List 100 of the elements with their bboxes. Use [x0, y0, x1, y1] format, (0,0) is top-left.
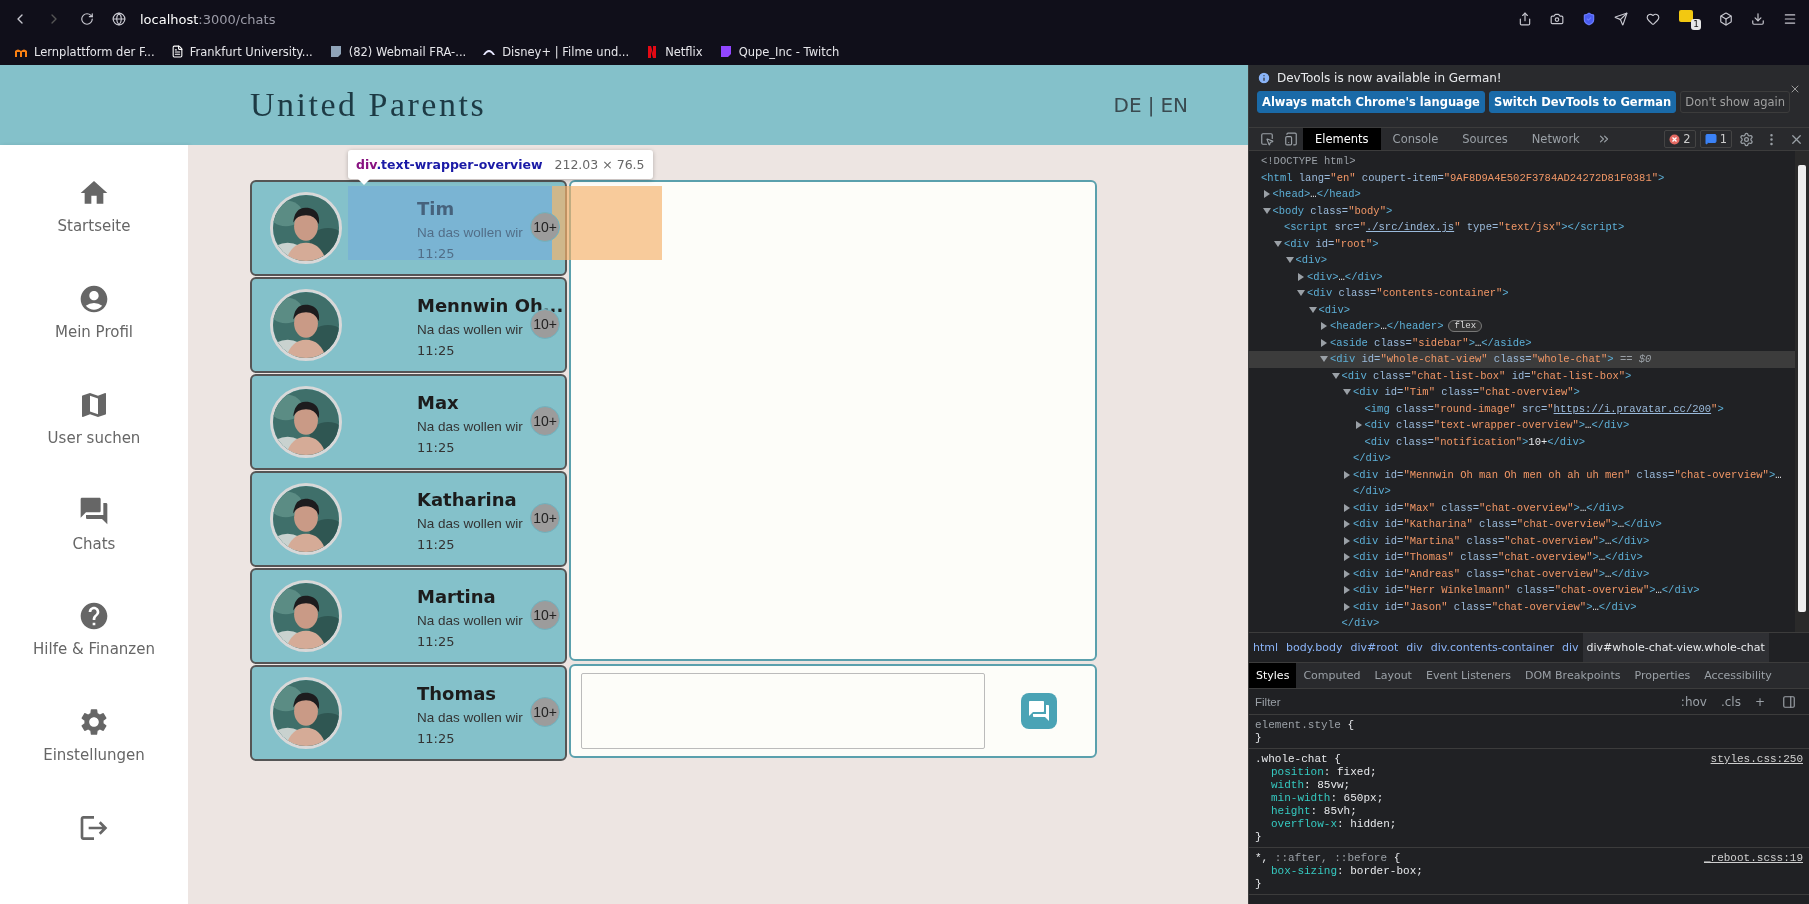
expand-arrow-icon[interactable]	[1343, 569, 1351, 578]
inspect-icon[interactable]	[1260, 132, 1274, 146]
styles-tab[interactable]: Event Listeners	[1418, 663, 1518, 688]
expand-arrow-icon[interactable]	[1343, 586, 1351, 595]
tree-row[interactable]: <div id="Katharina" class="chat-overview">…</div>	[1249, 516, 1795, 533]
style-declaration[interactable]: position: fixed;	[1255, 766, 1377, 778]
expand-arrow-icon[interactable]	[1320, 355, 1328, 364]
bookmark[interactable]: Netflix	[645, 44, 703, 59]
nav-item[interactable]: Einstellungen	[0, 692, 188, 799]
share-icon[interactable]	[1518, 12, 1532, 26]
source-link[interactable]: styles.css:250	[1710, 753, 1803, 765]
tree-row[interactable]: <div id="Herr Winkelmann" class="chat-overview">…</div>	[1249, 582, 1795, 599]
expand-arrow-icon[interactable]	[1297, 289, 1305, 298]
expand-arrow-icon[interactable]	[1297, 272, 1305, 281]
styles-tab[interactable]: Layout	[1367, 663, 1419, 688]
scrollbar[interactable]	[1795, 151, 1809, 632]
styles-tab[interactable]: Accessibility	[1697, 663, 1779, 688]
tree-row[interactable]: <div class="text-wrapper-overview">…</div>	[1249, 417, 1795, 434]
tree-row[interactable]: </div>	[1249, 450, 1795, 467]
expand-arrow-icon[interactable]	[1343, 602, 1351, 611]
expand-arrow-icon[interactable]	[1343, 470, 1351, 479]
tree-row[interactable]: <div id="whole-chat-view" class="whole-chat"> == $0	[1249, 351, 1795, 368]
chat-item[interactable]: Max Na das wollen wir 11:25 10+	[250, 374, 567, 470]
devtools-tab[interactable]: Elements	[1303, 128, 1381, 150]
nav-item[interactable]: Startseite	[0, 163, 188, 269]
tree-row[interactable]: </div>	[1249, 483, 1795, 500]
message-count[interactable]: 1	[1699, 130, 1732, 148]
tree-row[interactable]: <div>	[1249, 252, 1795, 269]
filter-button[interactable]: +	[1752, 694, 1767, 709]
nav-item[interactable]: Chats	[0, 480, 188, 587]
tree-row[interactable]: <div id="Max" class="chat-overview">…</div>	[1249, 499, 1795, 516]
chat-item[interactable]: Tim Na das wollen wir 11:25 10+	[250, 180, 567, 276]
language-link[interactable]: DE	[1113, 93, 1142, 117]
expand-arrow-icon[interactable]	[1354, 421, 1363, 430]
message-field[interactable]	[581, 673, 985, 749]
bookmark[interactable]: Lernplattform der F...	[14, 44, 155, 59]
camera-icon[interactable]	[1550, 12, 1564, 26]
settings-icon[interactable]	[1739, 131, 1754, 147]
filter-button[interactable]: .cls	[1718, 694, 1743, 709]
address-bar[interactable]: localhost:3000/chats	[140, 11, 276, 27]
extension-button[interactable]: 1	[1678, 8, 1701, 30]
language-link[interactable]: EN	[1160, 93, 1188, 117]
devtools-tab[interactable]: Network	[1519, 128, 1592, 150]
cube-icon[interactable]	[1719, 12, 1733, 26]
breadcrumb[interactable]: div.contents-container	[1426, 633, 1558, 662]
tree-row[interactable]: <div id="Tim" class="chat-overview">	[1249, 384, 1795, 401]
tree-row[interactable]: <head>…</head>	[1249, 186, 1795, 203]
styles-tab[interactable]: Computed	[1296, 663, 1368, 688]
style-declaration[interactable]: overflow-x: hidden;	[1255, 818, 1397, 830]
breadcrumb[interactable]: body.body	[1282, 633, 1347, 662]
nav-item[interactable]: User suchen	[0, 374, 188, 481]
flex-badge[interactable]: flex	[1448, 320, 1483, 333]
tree-row[interactable]: <div>…</div>	[1249, 268, 1795, 285]
breadcrumb[interactable]: div#root	[1346, 633, 1403, 662]
bookmark[interactable]: Qupe_Inc - Twitch	[718, 44, 840, 59]
bookmark[interactable]: (82) Webmail FRA-...	[328, 44, 467, 59]
expand-arrow-icon[interactable]	[1343, 536, 1351, 545]
nav-item[interactable]: Mein Profil	[0, 268, 188, 375]
tree-row[interactable]: <div id="Martina" class="chat-overview">…</div>	[1249, 532, 1795, 549]
expand-arrow-icon[interactable]	[1320, 338, 1328, 347]
notice-button[interactable]: Always match Chrome's language	[1257, 91, 1485, 113]
chat-item[interactable]: Katharina Na das wollen wir 11:25 10+	[250, 471, 567, 567]
shield-icon[interactable]	[1582, 12, 1596, 26]
style-declaration[interactable]: min-width: 650px;	[1255, 792, 1384, 804]
tree-row[interactable]: <div id="Andreas" class="chat-overview">…</div>	[1249, 565, 1795, 582]
devtools-tab[interactable]: Console	[1380, 128, 1451, 150]
error-count[interactable]: 2	[1664, 130, 1696, 148]
tree-row[interactable]: <header>…</header> flex	[1249, 318, 1795, 335]
tree-row[interactable]: <div class="notification">10+</div>	[1249, 433, 1795, 450]
style-declaration[interactable]: height: 85vh;	[1255, 805, 1357, 817]
nav-item[interactable]: Hilfe & Finanzen	[0, 586, 188, 693]
device-toggle-icon[interactable]	[1284, 132, 1298, 146]
expand-arrow-icon[interactable]	[1343, 520, 1351, 529]
notice-button[interactable]: Don't show again	[1680, 91, 1791, 113]
devtools-tab[interactable]: Sources	[1450, 128, 1520, 150]
filter-button[interactable]: :hov	[1678, 694, 1709, 709]
source-link[interactable]: ./src/index.js	[1365, 221, 1455, 234]
tree-row[interactable]: <div>	[1249, 301, 1795, 318]
send-icon[interactable]	[1614, 12, 1628, 26]
style-declaration[interactable]: box-sizing: border-box;	[1255, 865, 1423, 877]
breadcrumb[interactable]: div#whole-chat-view.whole-chat	[1582, 633, 1769, 662]
tree-row[interactable]: <div id="Mennwin Oh man Oh men oh ah uh men" class="chat-overview">…	[1249, 466, 1795, 483]
tree-row[interactable]: <div class="contents-container">	[1249, 285, 1795, 302]
chat-item[interactable]: Martina Na das wollen wir 11:25 10+	[250, 568, 567, 664]
tree-row[interactable]: <img class="round-image" src="https://i.pravatar.cc/200">	[1249, 400, 1795, 417]
source-link[interactable]: https://i.pravatar.cc/200	[1553, 402, 1712, 415]
expand-arrow-icon[interactable]	[1262, 206, 1271, 215]
source-link[interactable]: _reboot.scss:19	[1703, 852, 1803, 864]
breadcrumb[interactable]: html	[1249, 633, 1283, 662]
close-icon[interactable]	[1789, 83, 1801, 95]
tree-row[interactable]: <script src="./src/index.js" type="text/jsx"></script>	[1249, 219, 1795, 236]
download-icon[interactable]	[1751, 12, 1765, 26]
styles-tab[interactable]: Styles	[1249, 663, 1297, 688]
expand-arrow-icon[interactable]	[1331, 371, 1340, 380]
tree-row[interactable]: <aside class="sidebar">…</aside>	[1249, 334, 1795, 351]
expand-arrow-icon[interactable]	[1343, 503, 1351, 512]
expand-arrow-icon[interactable]	[1285, 256, 1294, 265]
tree-row[interactable]: </div>	[1249, 615, 1795, 632]
tree-row[interactable]: <div class="chat-list-box" id="chat-list-box">	[1249, 367, 1795, 384]
bookmark[interactable]: Frankfurt University...	[170, 44, 313, 59]
